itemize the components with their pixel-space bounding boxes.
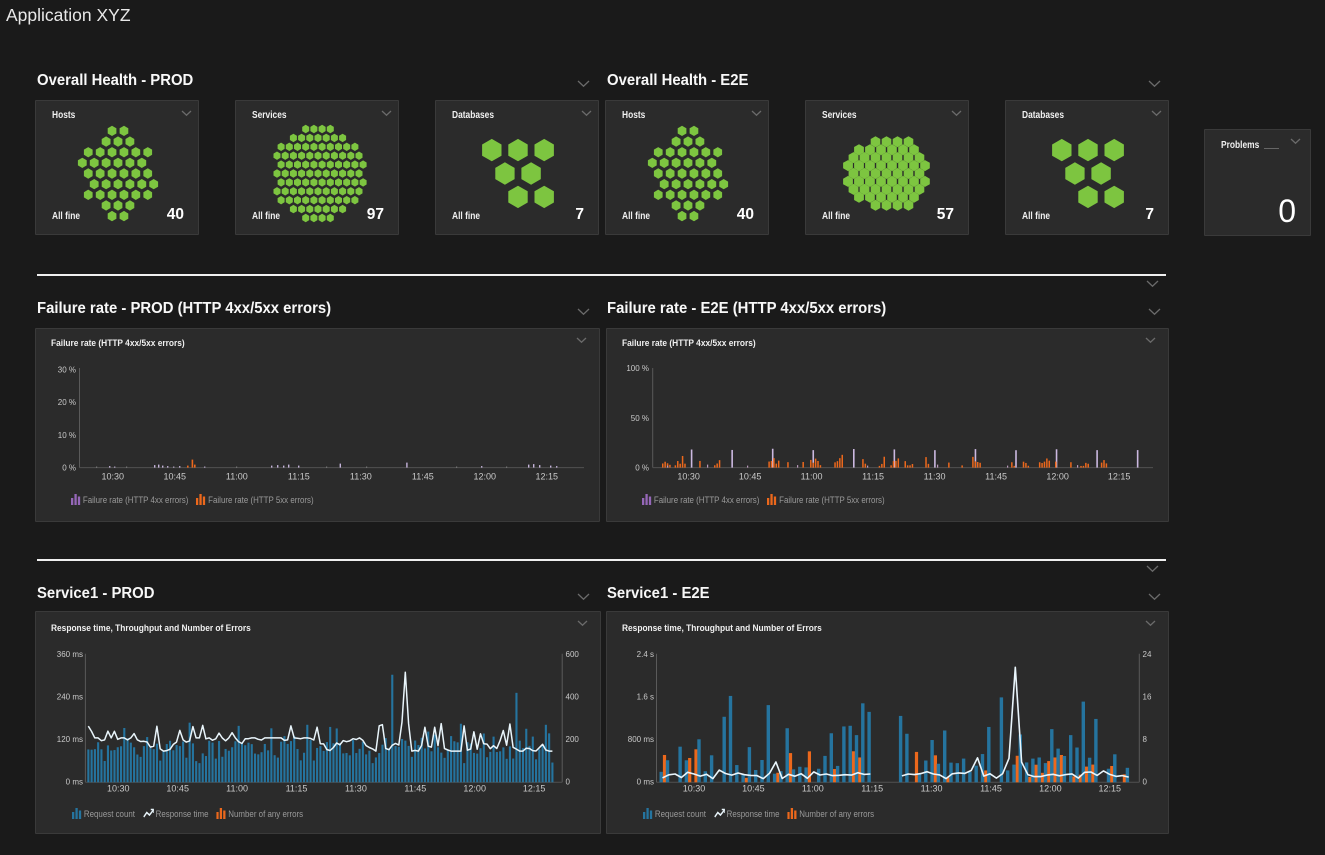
svg-text:0: 0 — [1143, 778, 1148, 787]
svg-text:11:00: 11:00 — [226, 784, 248, 794]
svg-text:0 %: 0 % — [635, 464, 649, 473]
svg-text:12:15: 12:15 — [1099, 784, 1122, 794]
svg-text:11:15: 11:15 — [288, 472, 310, 482]
svg-text:11:30: 11:30 — [921, 784, 943, 794]
svg-text:10:45: 10:45 — [166, 784, 189, 794]
svg-text:10:45: 10:45 — [742, 784, 765, 794]
svg-text:0 ms: 0 ms — [637, 778, 654, 787]
svg-text:10:30: 10:30 — [677, 472, 700, 482]
svg-text:11:00: 11:00 — [801, 472, 823, 482]
svg-text:400: 400 — [566, 693, 580, 702]
svg-text:20 %: 20 % — [58, 398, 76, 407]
svg-text:11:45: 11:45 — [404, 784, 426, 794]
svg-text:10:45: 10:45 — [164, 472, 187, 482]
svg-text:2.4 s: 2.4 s — [637, 650, 654, 659]
svg-text:0: 0 — [566, 778, 571, 787]
svg-text:16: 16 — [1143, 693, 1152, 702]
svg-text:11:00: 11:00 — [226, 472, 248, 482]
svg-text:11:45: 11:45 — [985, 472, 1007, 482]
svg-text:11:30: 11:30 — [924, 472, 946, 482]
svg-text:10:30: 10:30 — [683, 784, 706, 794]
svg-text:11:30: 11:30 — [350, 472, 372, 482]
svg-text:12:15: 12:15 — [536, 472, 559, 482]
svg-text:0 ms: 0 ms — [66, 778, 83, 787]
svg-text:8: 8 — [1143, 735, 1148, 744]
svg-text:200: 200 — [566, 735, 580, 744]
svg-text:800 ms: 800 ms — [628, 735, 654, 744]
svg-text:240 ms: 240 ms — [57, 693, 83, 702]
svg-text:11:45: 11:45 — [412, 472, 434, 482]
svg-text:24: 24 — [1143, 650, 1152, 659]
svg-text:11:00: 11:00 — [802, 784, 824, 794]
svg-text:12:00: 12:00 — [474, 472, 497, 482]
svg-text:10:45: 10:45 — [739, 472, 762, 482]
svg-text:12:00: 12:00 — [463, 784, 486, 794]
svg-text:12:15: 12:15 — [523, 784, 546, 794]
svg-text:360 ms: 360 ms — [57, 650, 83, 659]
svg-text:11:30: 11:30 — [345, 784, 367, 794]
svg-text:10:30: 10:30 — [102, 472, 125, 482]
svg-text:12:15: 12:15 — [1108, 472, 1131, 482]
svg-text:11:15: 11:15 — [286, 784, 308, 794]
svg-text:12:00: 12:00 — [1039, 784, 1062, 794]
svg-text:30 %: 30 % — [58, 366, 76, 375]
svg-text:11:45: 11:45 — [980, 784, 1002, 794]
svg-text:600: 600 — [566, 650, 580, 659]
svg-text:100 %: 100 % — [626, 364, 649, 373]
svg-text:11:15: 11:15 — [862, 472, 884, 482]
svg-text:120 ms: 120 ms — [57, 735, 83, 744]
svg-text:50 %: 50 % — [631, 414, 649, 423]
svg-text:1.6 s: 1.6 s — [637, 693, 654, 702]
svg-text:0 %: 0 % — [62, 464, 76, 473]
svg-text:11:15: 11:15 — [861, 784, 883, 794]
svg-text:10:30: 10:30 — [107, 784, 130, 794]
svg-text:10 %: 10 % — [58, 431, 76, 440]
svg-text:12:00: 12:00 — [1046, 472, 1069, 482]
